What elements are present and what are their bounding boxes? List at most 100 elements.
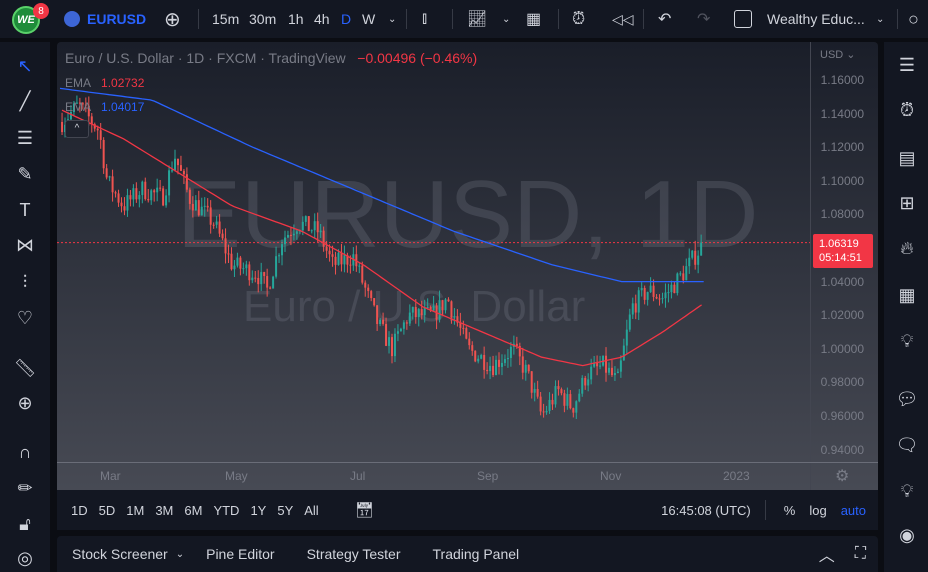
chevron-down-icon[interactable]: ⌄ — [502, 0, 510, 38]
search-icon[interactable]: ○ — [908, 0, 919, 38]
candle-body — [176, 158, 179, 166]
candle-body — [670, 284, 673, 293]
pattern-icon[interactable]: ⋈ — [13, 233, 37, 257]
heart-icon[interactable]: ♡ — [13, 306, 37, 330]
collapse-panel-icon[interactable]: ︿ — [819, 542, 835, 566]
time-axis-divider — [57, 462, 878, 463]
undo-icon[interactable]: ↶ — [658, 0, 671, 38]
alerts-icon[interactable]: ⏰︎ — [894, 97, 920, 123]
candles-chart-type-icon[interactable]: ⫾ — [422, 0, 427, 38]
candle-body — [652, 285, 655, 297]
eye-icon[interactable]: ◎ — [13, 546, 37, 570]
candle-body — [108, 176, 111, 178]
candle-body — [545, 410, 548, 413]
ruler-icon[interactable]: 📏︎ — [13, 356, 37, 380]
range-3m[interactable]: 3M — [155, 503, 173, 518]
candle-body — [634, 303, 637, 313]
messages-icon[interactable]: 🗨︎ — [894, 432, 920, 458]
ideas-icon[interactable]: 💡︎ — [894, 328, 920, 354]
news-icon[interactable]: ▤ — [894, 145, 920, 171]
candle-body — [144, 181, 147, 200]
candle-body — [664, 292, 667, 299]
range-1d[interactable]: 1D — [71, 503, 88, 518]
range-1m[interactable]: 1M — [126, 503, 144, 518]
eu-us-flag-icon — [64, 11, 80, 27]
candle-body — [581, 377, 584, 394]
tab-interval-4h[interactable]: 4h — [314, 0, 330, 38]
utc-clock[interactable]: 16:45:08 (UTC) — [661, 503, 751, 518]
data-window-icon[interactable]: ⊞ — [894, 190, 920, 216]
chart-panel[interactable]: EURUSD, 1D Euro / U.S. Dollar Euro / U.S… — [57, 42, 878, 490]
candle-body — [533, 389, 536, 393]
zoom-in-icon[interactable]: ⊕ — [13, 391, 37, 415]
candle-body — [420, 309, 423, 316]
streams-icon[interactable]: ◉ — [894, 522, 920, 548]
brush-icon[interactable]: ✎ — [13, 162, 37, 186]
text-icon[interactable]: T — [13, 198, 37, 222]
range-1y[interactable]: 1Y — [250, 503, 266, 518]
indicators-icon[interactable]: 📈︎ — [467, 0, 487, 38]
prediction-icon[interactable]: ⫶ — [13, 270, 37, 294]
settings-gear-icon[interactable]: ⚙ — [835, 466, 849, 486]
date-range-icon[interactable]: 📅︎ — [355, 501, 374, 519]
ema-blue-legend: EMA 1.04017 — [65, 100, 145, 114]
redo-icon[interactable]: ↷ — [697, 0, 710, 38]
candle-body — [498, 359, 501, 367]
alarm-add-icon[interactable]: ⏰︎ — [572, 0, 585, 38]
cursor-icon[interactable]: ↖ — [13, 54, 37, 78]
candle-body — [188, 189, 191, 204]
layout-name[interactable]: Wealthy Educ... — [767, 0, 865, 38]
range-6m[interactable]: 6M — [184, 503, 202, 518]
range-all[interactable]: All — [304, 503, 318, 518]
fib-lines-icon[interactable]: ☰ — [13, 126, 37, 150]
candle-body — [554, 386, 557, 405]
time-tick: Sep — [477, 469, 499, 483]
templates-grid-icon[interactable]: ▦ — [526, 0, 541, 38]
auto-toggle[interactable]: auto — [841, 503, 866, 518]
range-5d[interactable]: 5D — [99, 503, 116, 518]
tab-strategy-tester[interactable]: Strategy Tester — [307, 546, 401, 562]
candle-body — [402, 322, 405, 329]
symbol-search[interactable]: EURUSD — [64, 0, 146, 38]
right-sidebar: ☰ ⏰︎ ▤ ⊞ 🔥︎ ▦ 💡︎ 💬︎ 🗨︎ 💡︎ ◉ — [884, 42, 928, 572]
price-chart[interactable] — [57, 42, 878, 490]
tab-interval-d[interactable]: D — [341, 0, 351, 38]
candle-body — [185, 174, 188, 190]
chevron-down-icon[interactable]: ⌄ — [176, 549, 184, 560]
range-5y[interactable]: 5Y — [277, 503, 293, 518]
calendar-icon[interactable]: ▦ — [894, 282, 920, 308]
range-ytd[interactable]: YTD — [213, 503, 239, 518]
candle-body — [272, 276, 275, 289]
candle-body — [530, 371, 533, 393]
chevron-down-icon[interactable]: ⌄ — [876, 0, 884, 38]
candle-body — [227, 253, 230, 255]
hotlists-icon[interactable]: 🔥︎ — [894, 235, 920, 261]
candle-body — [147, 199, 150, 201]
tab-interval-15m[interactable]: 15m — [212, 0, 239, 38]
tab-interval-w[interactable]: W — [362, 0, 375, 38]
magnet-icon[interactable]: ∩ — [13, 440, 37, 464]
candle-body — [248, 264, 251, 281]
tab-pine-editor[interactable]: Pine Editor — [206, 546, 274, 562]
chevron-down-icon[interactable]: ⌄ — [388, 0, 396, 38]
chats-icon[interactable]: 💬︎ — [894, 386, 920, 412]
tab-interval-1h[interactable]: 1h — [288, 0, 304, 38]
log-toggle[interactable]: log — [809, 503, 826, 518]
watchlist-icon[interactable]: ☰ — [894, 52, 920, 78]
trendline-icon[interactable]: ╱ — [13, 89, 37, 113]
layout-checkbox[interactable] — [734, 0, 752, 38]
candle-body — [432, 305, 435, 311]
candle-body — [486, 369, 489, 372]
tab-interval-30m[interactable]: 30m — [249, 0, 276, 38]
help-icon[interactable]: 💡︎ — [894, 478, 920, 504]
tab-stock-screener[interactable]: Stock Screener — [72, 546, 168, 562]
lock-icon[interactable]: 🔓︎ — [13, 512, 37, 536]
maximize-panel-icon[interactable]: ⛶ — [855, 545, 866, 563]
replay-icon[interactable]: ◁◁ — [612, 0, 634, 38]
percent-toggle[interactable]: % — [784, 503, 796, 518]
tab-trading-panel[interactable]: Trading Panel — [433, 546, 520, 562]
compare-add-icon[interactable]: ⊕ — [164, 0, 181, 38]
lock-drawing-icon[interactable]: ✏︎ — [13, 476, 37, 500]
collapse-legend-button[interactable]: ^ — [65, 120, 89, 138]
currency-selector[interactable]: USD ⌄ — [820, 48, 856, 61]
